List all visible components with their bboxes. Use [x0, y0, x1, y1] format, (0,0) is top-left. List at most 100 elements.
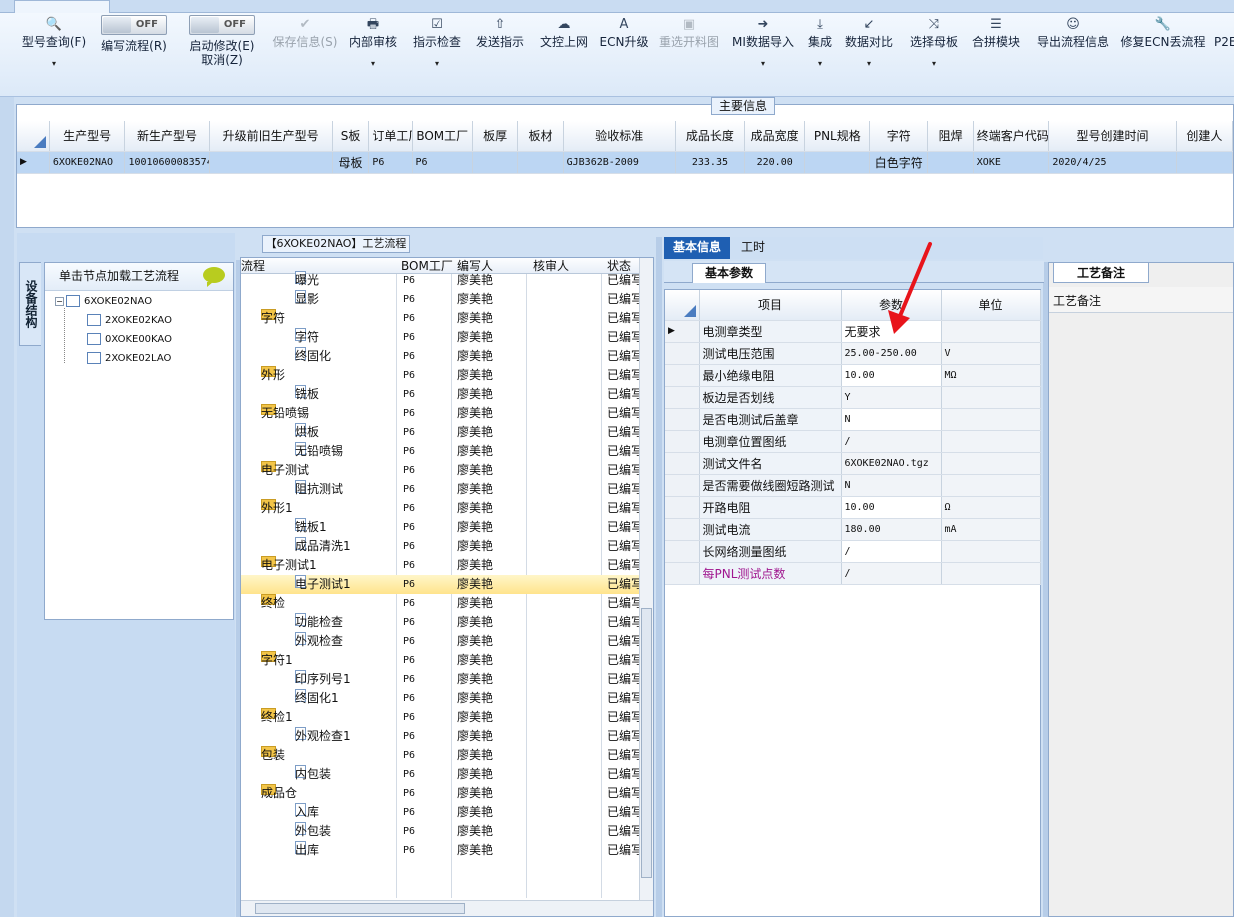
process-row[interactable]: 印序列号1 P6 廖美艳 已编写: [241, 670, 639, 689]
collapse-icon[interactable]: −: [55, 296, 64, 306]
process-row[interactable]: −终检P6廖美艳已编写: [241, 594, 639, 613]
active-window-tab[interactable]: [14, 0, 110, 13]
tab-process-note[interactable]: 工艺备注: [1053, 262, 1149, 283]
column-header[interactable]: 成品长度: [675, 121, 745, 152]
column-header[interactable]: 阻焊: [927, 121, 974, 152]
table-row[interactable]: ▶ 6XOKE02NAO 10010600083574 母板 P6 P6 GJB362B-2…: [17, 151, 1234, 174]
toolbar-button-8[interactable]: A ECN升级: [598, 15, 650, 91]
chevron-down-icon[interactable]: ▾: [348, 59, 398, 68]
toolbar-button-5[interactable]: ☑ 指示检查 ▾: [411, 15, 463, 91]
param-row[interactable]: 测试电压范围 25.00-250.00 V: [665, 342, 1041, 365]
chevron-down-icon[interactable]: ▾: [844, 59, 894, 68]
toolbar-button-2[interactable]: OFF 启动修改(E) 取消(Z): [182, 15, 262, 91]
param-value[interactable]: 10.00: [841, 496, 942, 519]
toolbar-button-10[interactable]: ➜ MI数据导入 ▾: [730, 15, 796, 91]
column-header[interactable]: 生产型号: [49, 121, 126, 152]
tree-node-child[interactable]: 2XOKE02LAO: [87, 351, 171, 367]
column-header[interactable]: 单位: [941, 290, 1041, 321]
toolbar-button-14[interactable]: ☰ 合拼模块: [970, 15, 1022, 91]
toolbar-button-17[interactable]: P2E: [1214, 15, 1234, 91]
column-header[interactable]: 终端客户代码: [973, 121, 1050, 152]
process-row[interactable]: 入库 P6 廖美艳 已编写: [241, 803, 639, 822]
tree-node-child[interactable]: 0XOKE00KAO: [87, 332, 172, 348]
param-value[interactable]: N: [841, 408, 942, 431]
process-row[interactable]: 外包装 P6 廖美艳 已编写: [241, 822, 639, 841]
toolbar-button-6[interactable]: ⇧ 发送指示: [473, 15, 527, 91]
param-value[interactable]: 10.00: [841, 364, 942, 387]
column-header[interactable]: 项目: [699, 290, 842, 321]
param-row[interactable]: 测试文件名 6XOKE02NAO.tgz: [665, 452, 1041, 475]
column-header[interactable]: 成品宽度: [744, 121, 806, 152]
tab-basic-params[interactable]: 基本参数: [692, 263, 766, 283]
chevron-down-icon[interactable]: ▾: [908, 59, 960, 68]
process-row[interactable]: 字符 P6 廖美艳 已编写: [241, 328, 639, 347]
param-value[interactable]: 180.00: [841, 518, 942, 541]
param-row[interactable]: 电测章位置图纸 /: [665, 430, 1041, 453]
param-row[interactable]: 板边是否划线 Y: [665, 386, 1041, 409]
param-row[interactable]: 开路电阻 10.00 Ω: [665, 496, 1041, 519]
param-row[interactable]: 是否电测试后盖章 N: [665, 408, 1041, 431]
param-value[interactable]: Y: [841, 386, 942, 409]
process-row[interactable]: 显影 P6 廖美艳 已编写: [241, 290, 639, 309]
chevron-down-icon[interactable]: ▾: [411, 59, 463, 68]
param-value[interactable]: N: [841, 474, 942, 497]
param-value[interactable]: 25.00-250.00: [841, 342, 942, 365]
column-header[interactable]: 板厚: [472, 121, 519, 152]
param-row[interactable]: 长网络测量图纸 /: [665, 540, 1041, 563]
param-row[interactable]: 每PNL测试点数 /: [665, 562, 1041, 585]
tree-node-root[interactable]: − 6XOKE02NAO: [55, 294, 152, 310]
column-header[interactable]: 字符: [869, 121, 929, 152]
toggle-switch[interactable]: OFF: [101, 15, 167, 35]
toolbar-button-1[interactable]: OFF 编写流程(R): [98, 15, 170, 91]
process-row[interactable]: 终固化 P6 廖美艳 已编写: [241, 347, 639, 366]
process-row[interactable]: −包装P6廖美艳已编写: [241, 746, 639, 765]
column-header[interactable]: BOM工厂: [412, 121, 473, 152]
toolbar-button-15[interactable]: ☺ 导出流程信息: [1033, 15, 1113, 91]
process-row[interactable]: −外形P6廖美艳已编写: [241, 366, 639, 385]
column-header[interactable]: 板材: [517, 121, 564, 152]
process-row[interactable]: −电子测试1P6廖美艳已编写: [241, 556, 639, 575]
process-row[interactable]: 无铅喷锡 P6 廖美艳 已编写: [241, 442, 639, 461]
param-value[interactable]: /: [841, 540, 942, 563]
param-value[interactable]: 6XOKE02NAO.tgz: [841, 452, 942, 475]
param-value[interactable]: /: [841, 430, 942, 453]
process-row[interactable]: 铣板1 P6 廖美艳 已编写: [241, 518, 639, 537]
param-row[interactable]: 是否需要做线圈短路测试 N: [665, 474, 1041, 497]
process-row[interactable]: −终检1P6廖美艳已编写: [241, 708, 639, 727]
process-row[interactable]: 铣板 P6 廖美艳 已编写: [241, 385, 639, 404]
toolbar-button-16[interactable]: 🔧 修复ECN丢流程: [1120, 15, 1206, 91]
splitter[interactable]: [236, 260, 240, 917]
process-row[interactable]: 成品清洗1 P6 廖美艳 已编写: [241, 537, 639, 556]
process-horizontal-scrollbar[interactable]: [241, 900, 653, 916]
chevron-down-icon[interactable]: ▾: [804, 59, 836, 68]
tree-node-child[interactable]: 2XOKE02KAO: [87, 313, 172, 329]
process-row[interactable]: 烘板 P6 廖美艳 已编写: [241, 423, 639, 442]
toggle-switch[interactable]: OFF: [189, 15, 255, 35]
column-header[interactable]: 新生产型号: [124, 121, 210, 152]
param-row[interactable]: ▶ 电测章类型 无要求: [665, 320, 1041, 343]
process-row[interactable]: −无铅喷锡P6廖美艳已编写: [241, 404, 639, 423]
scroll-thumb[interactable]: [641, 608, 652, 878]
toolbar-button-4[interactable]: 🖶 内部审核 ▾: [348, 15, 398, 91]
column-header[interactable]: PNL规格: [804, 121, 871, 152]
process-row[interactable]: −字符P6廖美艳已编写: [241, 309, 639, 328]
process-row[interactable]: 阻抗测试 P6 廖美艳 已编写: [241, 480, 639, 499]
process-row[interactable]: −字符1P6廖美艳已编写: [241, 651, 639, 670]
process-row[interactable]: 内包装 P6 廖美艳 已编写: [241, 765, 639, 784]
process-row[interactable]: 功能检查 P6 廖美艳 已编写: [241, 613, 639, 632]
toolbar-button-7[interactable]: ☁ 文控上网: [536, 15, 592, 91]
chevron-down-icon[interactable]: ▾: [730, 59, 796, 68]
toolbar-button-9[interactable]: ▣ 重选开料图: [656, 15, 722, 91]
chevron-down-icon[interactable]: ▾: [16, 59, 92, 68]
toolbar-button-0[interactable]: 🔍 型号查询(F) ▾: [16, 15, 92, 91]
process-row[interactable]: −成品仓P6廖美艳已编写: [241, 784, 639, 803]
column-header[interactable]: 创建人: [1176, 121, 1234, 152]
toolbar-button-11[interactable]: ⤓ 集成 ▾: [804, 15, 836, 91]
process-vertical-scrollbar[interactable]: [639, 258, 653, 900]
process-row[interactable]: −外形1P6廖美艳已编写: [241, 499, 639, 518]
column-header[interactable]: 型号创建时间: [1048, 121, 1177, 152]
column-header[interactable]: S板: [332, 121, 370, 152]
process-row[interactable]: 外观检查1 P6 廖美艳 已编写: [241, 727, 639, 746]
process-row[interactable]: 终固化1 P6 廖美艳 已编写: [241, 689, 639, 708]
param-value[interactable]: /: [841, 562, 942, 585]
